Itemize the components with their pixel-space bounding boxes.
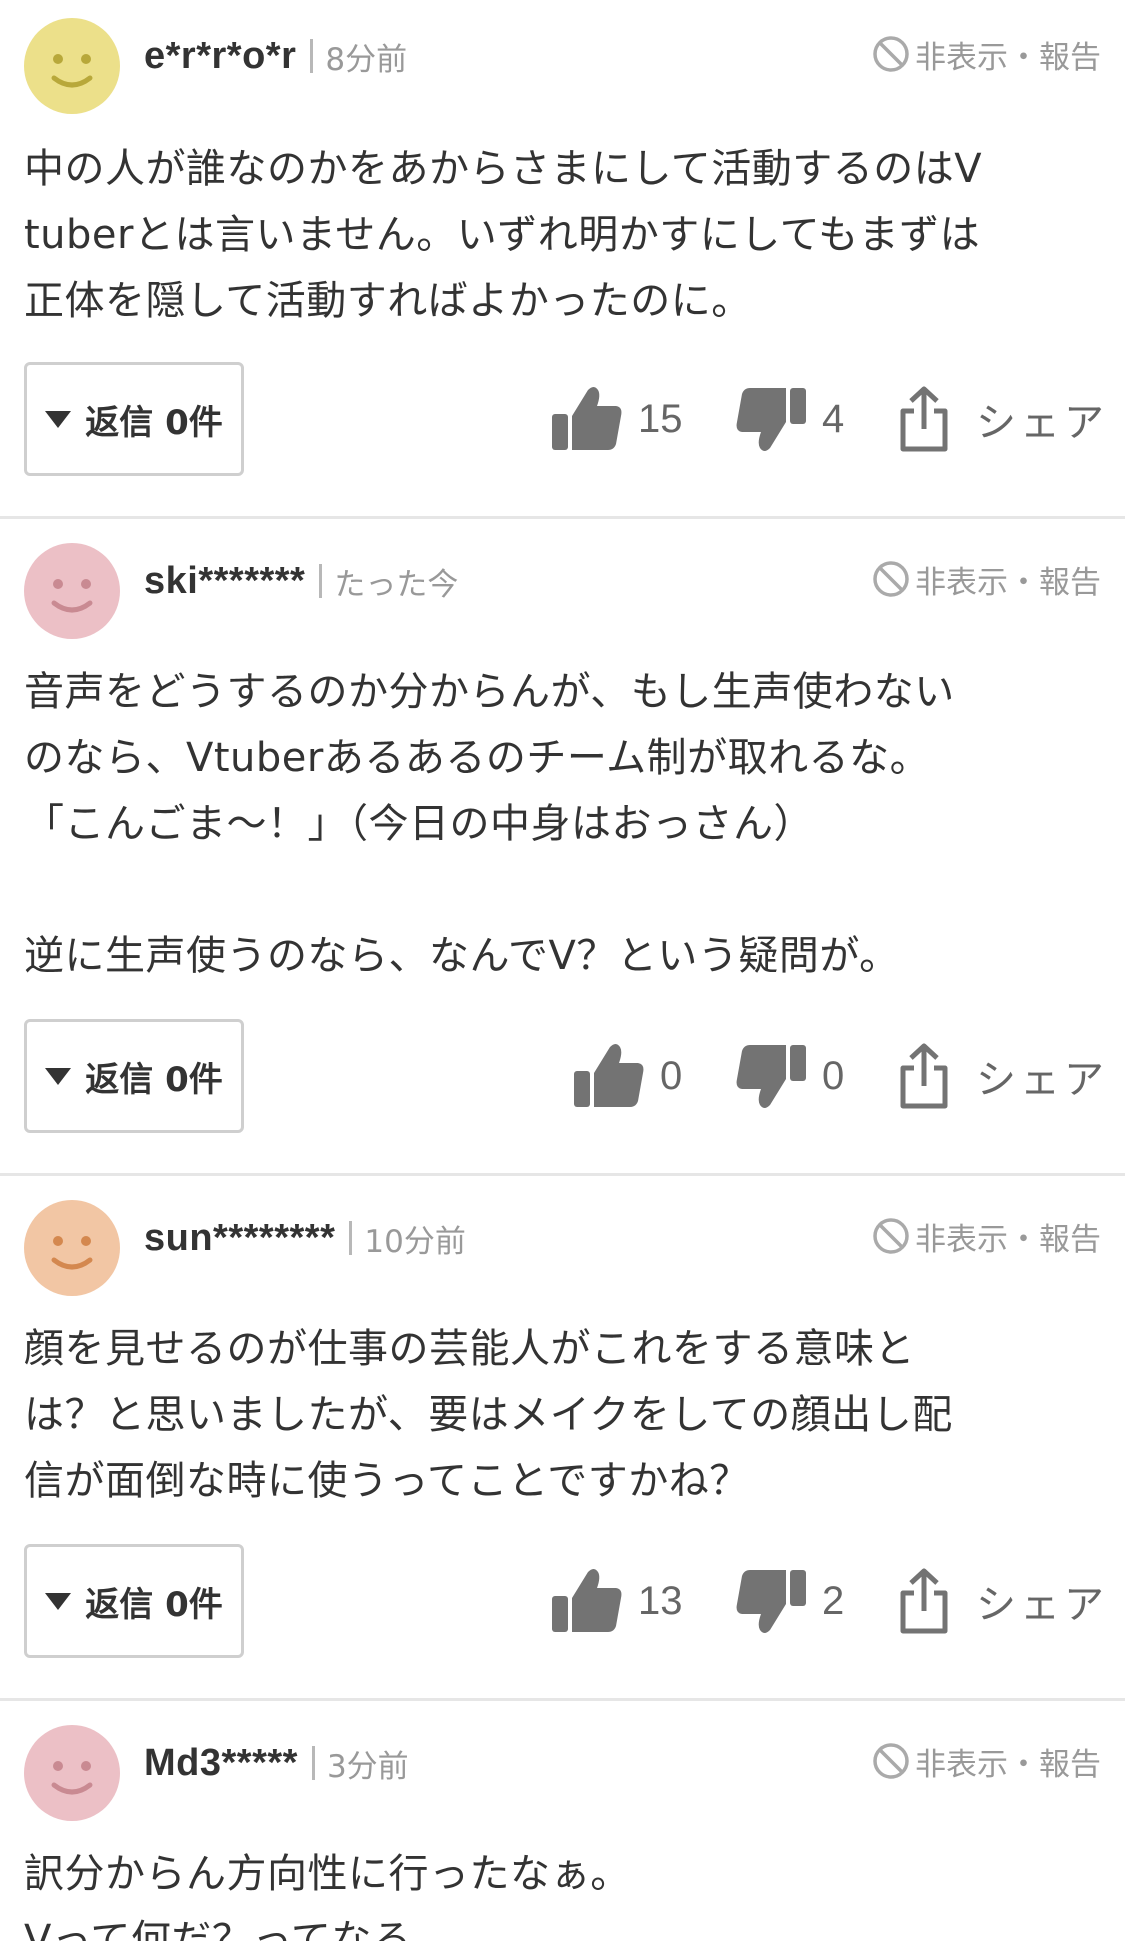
avatar [24,543,120,639]
block-icon [873,1743,909,1779]
avatar [24,1725,120,1821]
post-time: 8分前 [325,41,408,78]
dislike-button[interactable]: 2 [734,1544,844,1658]
comment-divider [0,1173,1125,1176]
like-button[interactable]: 13 [550,1544,683,1658]
hide-report-link[interactable]: 非表示・報告 [871,549,1101,609]
dislike-count: 0 [822,1053,845,1098]
share-label: シェア [976,1582,1108,1628]
share-button[interactable]: シェア [898,1544,1108,1658]
comment-divider [0,1698,1125,1701]
like-button[interactable]: 15 [550,362,683,476]
hide-report-label: 非表示・報告 [915,39,1101,76]
comment-header: e*r*r*o*r 8分前 [144,26,407,86]
share-label: シェア [976,1057,1108,1103]
avatar [24,18,120,114]
hide-report-link[interactable]: 非表示・報告 [871,1206,1101,1266]
comment-text: 顔を見せるのが仕事の芸能人がこれをする意味と は？と思いましたが、要はメイクをし… [24,1326,953,1504]
reply-button[interactable]: 返信 0件 [24,1544,244,1658]
post-time: 10分前 [364,1223,466,1260]
share-icon [900,1043,948,1109]
user-name[interactable]: sun******** [144,1217,335,1260]
share-button[interactable]: シェア [898,1019,1108,1133]
share-label: シェア [976,400,1108,446]
thumbs-down-icon [736,1570,806,1633]
caret-down-icon [45,410,72,428]
comment-card: Md3***** 3分前 非表示・報告 訳分からん方向性に行ったなぁ。 Vって何… [0,1707,1125,1941]
comment-text: 音声をどうするのか分からんが、もし生声使わない のなら、Vtuberあるあるのチ… [24,669,955,979]
thumbs-down-icon [736,388,806,451]
hide-report-label: 非表示・報告 [915,1746,1101,1783]
user-name[interactable]: e*r*r*o*r [144,35,296,78]
avatar [24,1200,120,1296]
comment-divider [0,516,1125,519]
reply-button[interactable]: 返信 0件 [24,1019,244,1133]
like-count: 0 [660,1053,683,1098]
like-count: 13 [638,1578,683,1623]
block-icon [873,1218,909,1254]
hide-report-link[interactable]: 非表示・報告 [871,24,1101,84]
dislike-count: 2 [822,1578,845,1623]
comment-header: Md3***** 3分前 [144,1733,409,1793]
reply-label: 返信 0件 [85,402,223,443]
thumbs-up-icon [552,1569,622,1632]
comment-header: ski******* たった今 [144,551,458,611]
block-icon [873,561,909,597]
dislike-button[interactable]: 0 [734,1019,844,1133]
share-icon [900,1568,948,1634]
comment-text: 中の人が誰なのかをあからさまにして活動するのはV tuberとは言いません。いず… [24,146,983,324]
caret-down-icon [45,1592,72,1610]
dislike-button[interactable]: 4 [734,362,844,476]
share-icon [900,386,948,452]
comment-text: 訳分からん方向性に行ったなぁ。 Vって何だ？ってなる。 [24,1851,631,1941]
reply-label: 返信 0件 [85,1059,223,1100]
hide-report-label: 非表示・報告 [915,564,1101,601]
time-separator [319,564,323,598]
thumbs-up-icon [552,387,622,450]
time-separator [349,1221,353,1255]
time-separator [311,1746,315,1780]
like-button[interactable]: 0 [572,1019,682,1133]
time-separator [310,39,314,73]
dislike-count: 4 [822,396,845,441]
hide-report-link[interactable]: 非表示・報告 [871,1731,1101,1791]
reply-label: 返信 0件 [85,1584,223,1625]
user-name[interactable]: Md3***** [144,1742,298,1785]
share-button[interactable]: シェア [898,362,1108,476]
thumbs-up-icon [574,1044,644,1107]
post-time: 3分前 [326,1748,409,1785]
user-name[interactable]: ski******* [144,560,305,603]
block-icon [873,36,909,72]
comment-header: sun******** 10分前 [144,1208,466,1268]
caret-down-icon [45,1067,72,1085]
reply-button[interactable]: 返信 0件 [24,362,244,476]
like-count: 15 [638,396,683,441]
hide-report-label: 非表示・報告 [915,1221,1101,1258]
thumbs-down-icon [736,1045,806,1108]
post-time: たった今 [334,566,459,603]
